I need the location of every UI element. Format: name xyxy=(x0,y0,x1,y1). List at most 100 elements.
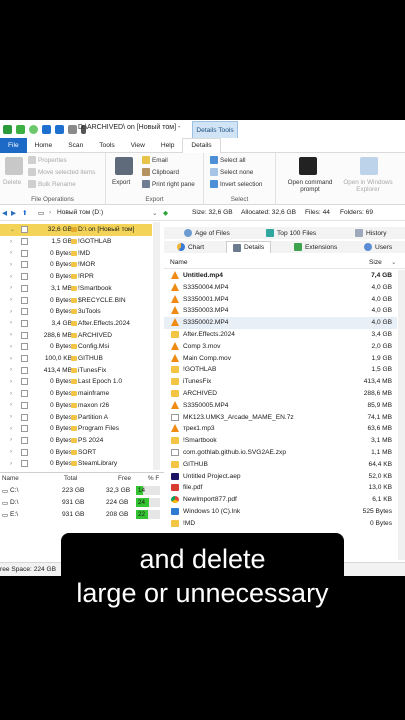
back-icon[interactable] xyxy=(42,124,51,134)
open-in-explorer-button[interactable]: Open in Windows Explorer xyxy=(334,179,402,193)
tree-checkbox[interactable] xyxy=(21,319,28,327)
invert-selection-button[interactable]: Invert selection xyxy=(210,180,262,188)
file-row[interactable]: S3350003.MP4 4,0 GB xyxy=(164,305,397,317)
tab-age-of-files[interactable]: Age of Files xyxy=(184,227,230,239)
file-row[interactable]: Comp 3.mov 2,0 GB xyxy=(164,341,397,353)
tree-checkbox[interactable] xyxy=(21,413,28,421)
drives-col-total[interactable]: Total xyxy=(64,475,77,482)
file-row[interactable]: After.Effects.2024 3,4 GB xyxy=(164,329,397,341)
file-row[interactable]: !Smartbook 3,1 MB xyxy=(164,435,397,447)
tree-row[interactable]: › 0 Bytes Program Files xyxy=(0,423,152,435)
tree-row[interactable]: › 0 Bytes $RECYCLE.BIN xyxy=(0,294,152,306)
file-row[interactable]: ARCHIVED 288,6 MB xyxy=(164,388,397,400)
properties-button[interactable]: Properties xyxy=(28,156,67,164)
tree-checkbox[interactable] xyxy=(21,296,28,304)
chevron-right-icon[interactable]: › xyxy=(10,344,12,350)
export-button[interactable]: Export xyxy=(112,179,130,186)
tab-file[interactable]: File xyxy=(0,137,27,153)
chevron-down-icon[interactable]: ⌄ xyxy=(152,209,158,217)
bulk-rename-button[interactable]: Bulk Rename xyxy=(28,180,76,188)
tab-details[interactable]: Details xyxy=(182,137,221,153)
file-row[interactable]: MK123.UMK3_Arcade_MAME_EN.7z 74,1 MB xyxy=(164,412,397,424)
chevron-down-icon[interactable]: ⌄ xyxy=(10,226,15,233)
file-row[interactable]: !GOTHLAB 1,5 GB xyxy=(164,364,397,376)
chevron-right-icon[interactable]: › xyxy=(10,367,12,373)
tab-scan[interactable]: Scan xyxy=(60,138,91,153)
chevron-right-icon[interactable]: › xyxy=(10,449,12,455)
tree-checkbox[interactable] xyxy=(21,355,28,363)
tree-checkbox[interactable] xyxy=(21,390,28,398)
drive-row[interactable]: ▭ E:\ 931 GB 208 GB 22 xyxy=(0,509,164,520)
tree-checkbox[interactable] xyxy=(21,226,28,234)
tree-row[interactable]: › 0 Bytes !MD xyxy=(0,247,152,259)
file-list-scrollbar[interactable] xyxy=(398,270,405,560)
open-command-prompt-button[interactable]: Open command prompt xyxy=(279,179,341,193)
tree-row[interactable]: › 0 Bytes Partition A xyxy=(0,411,152,423)
col-name[interactable]: Name xyxy=(170,259,188,266)
file-row[interactable]: трек1.mp3 63,6 MB xyxy=(164,423,397,435)
chevron-right-icon[interactable]: › xyxy=(10,250,12,256)
chevron-right-icon[interactable]: › xyxy=(10,402,12,408)
chevron-right-icon[interactable]: › xyxy=(10,414,12,420)
file-row[interactable]: !MD 0 Bytes xyxy=(164,518,397,530)
tree-checkbox[interactable] xyxy=(21,308,28,316)
nav-forward-icon[interactable]: ▶ xyxy=(11,209,16,217)
tree-row[interactable]: › 0 Bytes 3uTools xyxy=(0,306,152,318)
tree-row[interactable]: › 1,5 GB !GOTHLAB xyxy=(0,236,152,248)
tree-row[interactable]: › 100,0 KB GITHUB xyxy=(0,353,152,365)
tree-checkbox[interactable] xyxy=(21,425,28,433)
chevron-right-icon[interactable]: › xyxy=(10,297,12,303)
drive-row[interactable]: ▭ D:\ 931 GB 224 GB 24 xyxy=(0,497,164,508)
move-selected-button[interactable]: Move selected items xyxy=(28,168,95,176)
file-row[interactable]: S3350001.MP4 4,0 GB xyxy=(164,294,397,306)
file-row[interactable]: iTunesFix 413,4 MB xyxy=(164,376,397,388)
select-all-button[interactable]: Select all xyxy=(210,156,246,164)
chevron-right-icon[interactable]: › xyxy=(10,320,12,326)
nav-up-icon[interactable]: ⬆ xyxy=(22,209,28,217)
tree-checkbox[interactable] xyxy=(21,249,28,257)
tree-checkbox[interactable] xyxy=(21,366,28,374)
tree-root-row[interactable]: ⌄ 32,6 GB D:\ on [Новый том] xyxy=(0,224,152,236)
file-row[interactable]: Untitled Project.aep 52,0 KB xyxy=(164,471,397,483)
chevron-right-icon[interactable]: › xyxy=(10,426,12,432)
tree-scrollbar[interactable] xyxy=(153,222,160,470)
chevron-right-icon[interactable]: › xyxy=(10,239,12,245)
chevron-right-icon[interactable]: › xyxy=(10,437,12,443)
tree-checkbox[interactable] xyxy=(21,343,28,351)
settings-icon[interactable] xyxy=(68,124,77,134)
tab-details-view[interactable]: Details xyxy=(226,241,272,253)
tree-row[interactable]: › 0 Bytes Last Epoch 1.0 xyxy=(0,376,152,388)
tree-row[interactable]: › 3,1 MB !Smartbook xyxy=(0,283,152,295)
tree-row[interactable]: › 0 Bytes Config.Msi xyxy=(0,341,152,353)
file-row[interactable]: file.pdf 13,0 KB xyxy=(164,482,397,494)
tree-row[interactable]: › 0 Bytes maxon r26 xyxy=(0,400,152,412)
tab-home[interactable]: Home xyxy=(27,138,61,153)
drives-col-free[interactable]: Free xyxy=(118,475,131,482)
drives-col-name[interactable]: Name xyxy=(2,475,19,482)
col-size[interactable]: Size xyxy=(369,259,382,266)
file-row[interactable]: com.gothlab.github.io.SVG2AE.zxp 1,1 MB xyxy=(164,447,397,459)
tab-top-100-files[interactable]: Top 100 Files xyxy=(266,227,316,239)
clipboard-button[interactable]: Clipboard xyxy=(142,168,179,176)
file-row[interactable]: S3350004.MP4 4,0 GB xyxy=(164,282,397,294)
tree-row[interactable]: › 0 Bytes mainframe xyxy=(0,388,152,400)
tree-checkbox[interactable] xyxy=(21,273,28,281)
file-row[interactable]: Untitled.mp4 7,4 GB xyxy=(164,270,397,282)
tree-row[interactable]: › 0 Bytes PS 2024 xyxy=(0,435,152,447)
tree-row[interactable]: › 0 Bytes !MOR xyxy=(0,259,152,271)
drive-selector[interactable]: Новый том (D:) xyxy=(57,209,103,216)
file-row[interactable]: NewImport877.pdf 6,1 KB xyxy=(164,494,397,506)
chevron-right-icon[interactable]: › xyxy=(10,285,12,291)
file-row[interactable]: Windows 10 (C).lnk 525 Bytes xyxy=(164,506,397,518)
tree-row[interactable]: › 0 Bytes SORT xyxy=(0,446,152,458)
print-right-pane-button[interactable]: Print right pane xyxy=(142,180,195,188)
tree-checkbox[interactable] xyxy=(21,460,28,468)
tab-view[interactable]: View xyxy=(123,138,153,153)
tree-row[interactable]: › 0 Bytes SteamLibrary xyxy=(0,458,152,470)
scan-icon[interactable] xyxy=(16,124,25,134)
tab-users[interactable]: Users xyxy=(364,241,392,253)
tree-checkbox[interactable] xyxy=(21,331,28,339)
chevron-right-icon[interactable]: › xyxy=(10,262,12,268)
file-row[interactable]: GITHUB 64,4 KB xyxy=(164,459,397,471)
chevron-right-icon[interactable]: › xyxy=(10,461,12,467)
